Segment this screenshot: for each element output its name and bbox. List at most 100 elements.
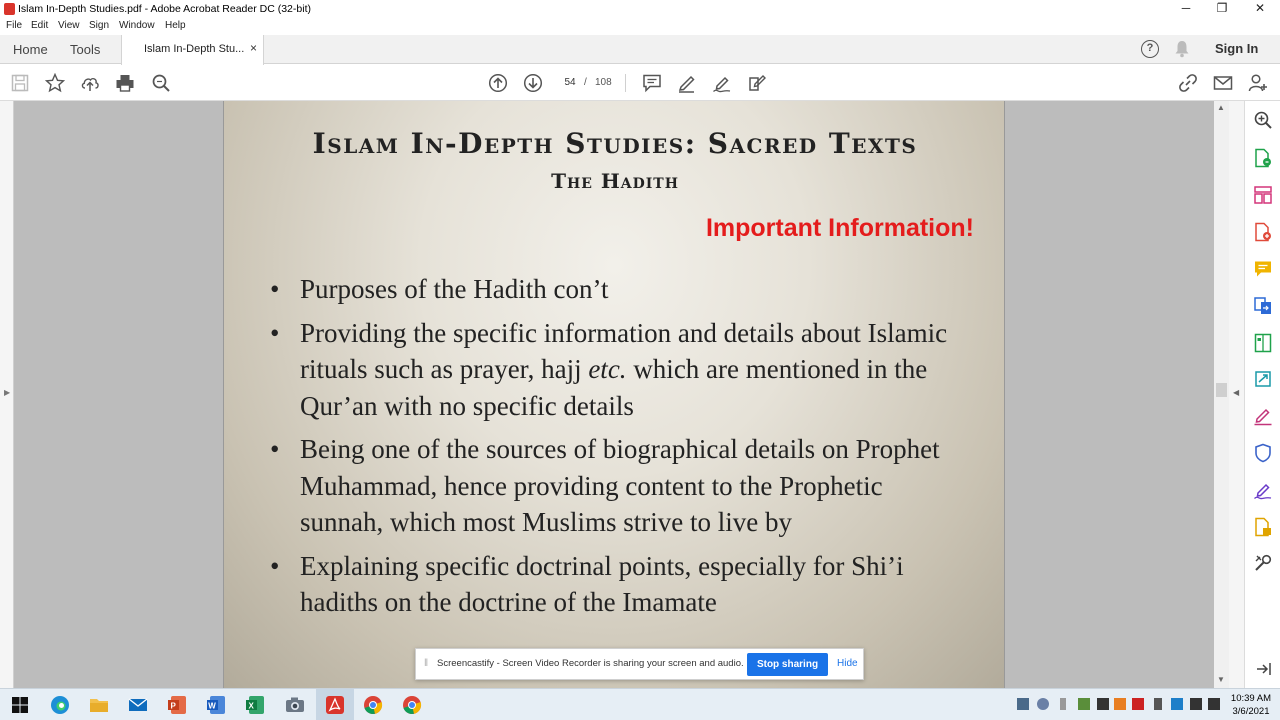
tray-location-icon[interactable] <box>1037 698 1049 710</box>
comment-tool-icon[interactable] <box>1253 259 1273 279</box>
add-user-icon[interactable] <box>1248 73 1268 93</box>
scroll-up-icon[interactable]: ▲ <box>1217 103 1225 112</box>
vertical-scrollbar[interactable]: ▲ ▼ <box>1214 101 1229 688</box>
bookmark-star-icon[interactable] <box>44 72 66 93</box>
tab-document[interactable]: Islam In-Depth Stu... × <box>121 35 264 65</box>
right-panel-toggle[interactable]: ◀ <box>1229 101 1244 688</box>
save-icon[interactable] <box>10 73 30 93</box>
bullet-item: • Providing the specific information and… <box>270 315 970 425</box>
fill-sign-icon[interactable] <box>712 73 732 93</box>
close-window-button[interactable]: ✕ <box>1242 0 1278 18</box>
tray-battery-icon[interactable] <box>1154 698 1162 710</box>
create-pdf-icon[interactable] <box>1253 222 1273 242</box>
toolbar-divider <box>625 74 626 92</box>
file-explorer-icon[interactable] <box>88 694 110 716</box>
tab-bar: Home Tools Islam In-Depth Stu... × ? Sig… <box>0 35 1280 65</box>
search-icon[interactable] <box>151 73 171 93</box>
fill-and-sign-icon[interactable] <box>1253 406 1273 426</box>
edit-pdf-icon[interactable] <box>1253 333 1273 353</box>
slide-subtitle: The Hadith <box>551 169 679 193</box>
hide-button[interactable]: Hide <box>837 658 858 669</box>
chrome-icon-2[interactable] <box>401 694 423 716</box>
restore-button[interactable]: ❐ <box>1204 0 1240 18</box>
windows-start-icon[interactable] <box>9 694 31 716</box>
mail-icon[interactable] <box>127 694 149 716</box>
slide-title: Islam In-Depth Studies: Sacred Texts <box>312 127 918 160</box>
scroll-down-icon[interactable]: ▼ <box>1217 675 1225 684</box>
highlight-pen-icon[interactable] <box>677 73 697 93</box>
tray-security-icon[interactable] <box>1078 698 1090 710</box>
tray-onedrive-icon[interactable] <box>1171 698 1183 710</box>
menu-sign[interactable]: Sign <box>89 20 109 31</box>
notification-bell-icon[interactable] <box>1174 40 1190 58</box>
share-message: Screencastify - Screen Video Recorder is… <box>437 658 744 669</box>
system-clock[interactable]: 10:39 AM 3/6/2021 <box>1226 692 1276 718</box>
edge-browser-icon[interactable] <box>49 694 71 716</box>
acrobat-reader-taskbar-icon[interactable] <box>324 694 346 716</box>
sign-in-button[interactable]: Sign In <box>1215 41 1258 56</box>
svg-text:P: P <box>171 702 177 711</box>
menu-window[interactable]: Window <box>119 20 155 31</box>
export-pdf-icon[interactable] <box>1253 148 1273 168</box>
minimize-button[interactable]: ─ <box>1168 0 1204 18</box>
tab-document-label: Islam In-Depth Stu... <box>144 43 245 55</box>
more-tools-icon[interactable] <box>1253 553 1273 573</box>
tab-tools[interactable]: Tools <box>70 42 100 57</box>
pdf-page: Islam In-Depth Studies: Sacred Texts The… <box>223 101 1005 688</box>
protect-shield-icon[interactable] <box>1253 443 1273 463</box>
tray-network-icon[interactable] <box>1190 698 1202 710</box>
previous-page-icon[interactable] <box>488 73 508 93</box>
share-link-icon[interactable] <box>1178 73 1198 93</box>
word-icon[interactable]: W <box>205 694 227 716</box>
camera-icon[interactable] <box>284 694 306 716</box>
send-for-review-icon[interactable] <box>1253 369 1273 389</box>
svg-text:W: W <box>208 702 216 711</box>
tray-table-icon[interactable] <box>1097 698 1109 710</box>
upload-cloud-icon[interactable] <box>80 73 100 93</box>
print-icon[interactable] <box>115 73 135 93</box>
excel-icon[interactable]: X <box>244 694 266 716</box>
bullet-dot-icon: • <box>270 550 280 581</box>
close-tab-icon[interactable]: × <box>250 41 257 55</box>
tray-app-icon[interactable] <box>1017 698 1029 710</box>
help-icon[interactable]: ? <box>1141 40 1159 58</box>
menu-view[interactable]: View <box>58 20 80 31</box>
svg-text:X: X <box>249 702 255 711</box>
collapse-right-panel-icon[interactable]: ◀ <box>1233 388 1239 397</box>
drag-handle-icon[interactable]: ‖ <box>424 658 428 669</box>
menu-file[interactable]: File <box>6 20 22 31</box>
collapse-tools-pane-icon[interactable] <box>1253 659 1273 679</box>
left-panel-toggle[interactable]: ▶ <box>0 101 14 688</box>
bullet-dot-icon: • <box>270 317 280 348</box>
prepare-form-icon[interactable] <box>1253 517 1273 537</box>
request-signature-icon[interactable] <box>1253 480 1273 500</box>
organize-pages-icon[interactable] <box>1253 185 1273 205</box>
bullet-item: • Purposes of the Hadith con’t <box>270 271 970 308</box>
menu-edit[interactable]: Edit <box>31 20 48 31</box>
menu-bar: File Edit View Sign Window Help <box>0 18 1280 35</box>
bullet-list: • Purposes of the Hadith con’t • Providi… <box>270 271 970 628</box>
tray-volume-icon[interactable] <box>1208 698 1220 710</box>
tray-settings-icon[interactable] <box>1132 698 1144 710</box>
document-viewport[interactable]: ▶ Islam In-Depth Studies: Sacred Texts T… <box>0 101 1244 688</box>
menu-help[interactable]: Help <box>165 20 186 31</box>
powerpoint-icon[interactable]: P <box>166 694 188 716</box>
zoom-icon[interactable] <box>1253 110 1273 130</box>
bullet-text: Explaining specific doctrinal points, es… <box>300 550 904 618</box>
important-notice: Important Information! <box>705 214 974 242</box>
clock-date: 3/6/2021 <box>1232 706 1270 717</box>
screen-share-notice: ‖ Screencastify - Screen Video Recorder … <box>415 648 864 680</box>
chrome-icon[interactable] <box>362 694 384 716</box>
page-number-input[interactable]: 54 <box>556 74 584 92</box>
next-page-icon[interactable] <box>523 73 543 93</box>
comment-icon[interactable] <box>642 73 662 93</box>
combine-files-icon[interactable] <box>1253 296 1273 316</box>
share-edit-icon[interactable] <box>747 73 767 93</box>
scrollbar-thumb[interactable] <box>1216 383 1227 397</box>
tray-usb-icon[interactable] <box>1060 698 1066 710</box>
expand-left-panel-icon[interactable]: ▶ <box>4 388 10 397</box>
stop-sharing-button[interactable]: Stop sharing <box>747 653 828 676</box>
email-icon[interactable] <box>1213 73 1233 93</box>
tab-home[interactable]: Home <box>13 42 48 57</box>
tray-sync-icon[interactable] <box>1114 698 1126 710</box>
